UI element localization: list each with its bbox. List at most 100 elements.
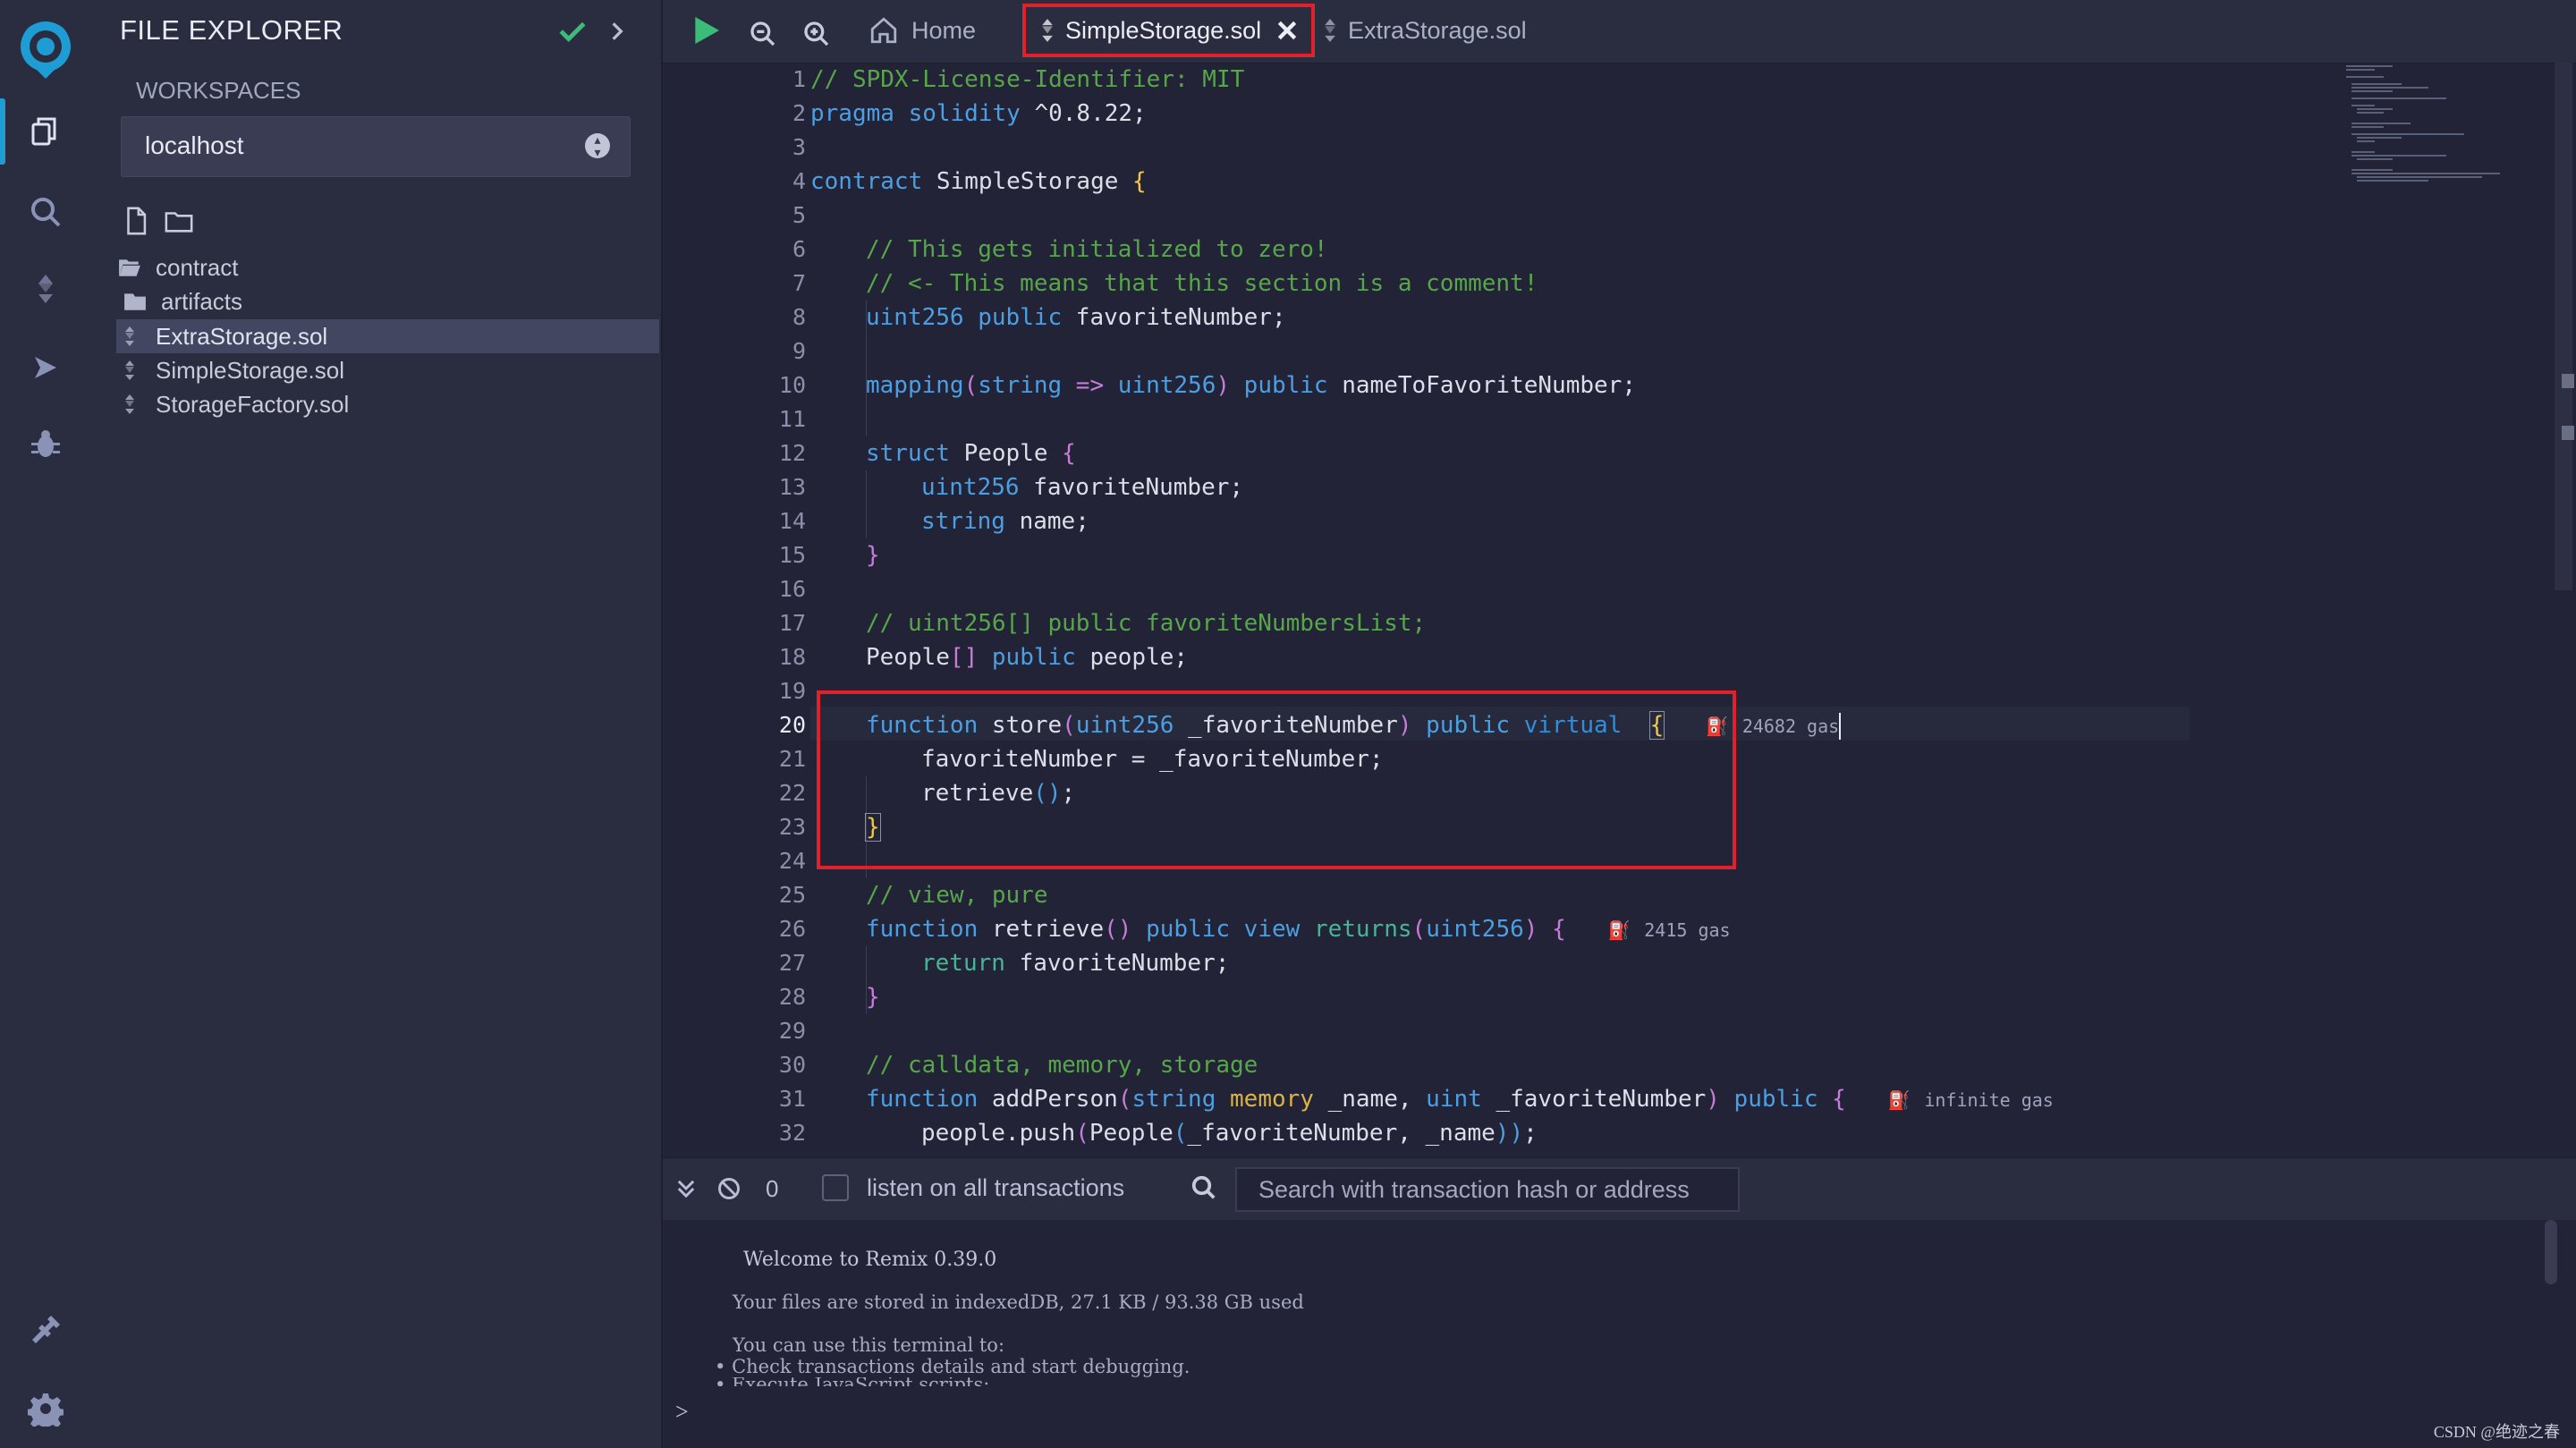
solidity-file-icon (116, 358, 143, 383)
tree-item-artifacts[interactable]: artifacts (116, 284, 665, 318)
line-number: 4 (792, 168, 806, 194)
tree-item-label: contract (156, 253, 239, 281)
solidity-file-icon (1325, 19, 1335, 42)
select-arrows-icon: ▴ ▾ (585, 133, 610, 158)
line-number: 24 (778, 848, 806, 874)
line-number: 16 (778, 576, 806, 602)
code-line-8: uint256 public favoriteNumber; (866, 304, 1286, 331)
code-line-28: } (866, 984, 880, 1011)
tree-item-label: artifacts (161, 287, 243, 315)
line-number: 29 (778, 1018, 806, 1044)
line-number: 13 (778, 474, 806, 500)
listen-all-label: listen on all transactions (867, 1174, 1125, 1201)
file-explorer-panel: FILE EXPLORER WORKSPACES localhost ▴ ▾ co… (90, 0, 663, 1448)
line-number: 22 (778, 780, 806, 806)
editor-area: Home SimpleStorage.sol ExtraStorage.sol … (663, 0, 2576, 1157)
gas-estimate: 2415 gas (1644, 919, 1731, 941)
solidity-compiler-icon[interactable] (0, 258, 90, 320)
line-number-gutter: 1 2 3 4 5 6 7 8 9 10 11 12 13 14 15 16 17 18 19 20 21 22 23 24 2… (663, 63, 806, 1157)
tree-item-contract[interactable]: contract (116, 250, 659, 284)
terminal-prompt[interactable]: > (675, 1399, 689, 1426)
code-line-32: people.push(People(_favoriteNumber, _nam… (921, 1120, 1538, 1147)
tree-item-extrastorage[interactable]: ExtraStorage.sol (116, 319, 659, 353)
search-icon[interactable] (0, 181, 90, 243)
chevron-right-icon[interactable] (606, 20, 629, 43)
code-line-31: function addPerson(string memory _name, … (866, 1086, 2054, 1113)
tab-home[interactable]: Home (869, 4, 976, 57)
solidity-file-icon (116, 392, 143, 417)
terminal-toolbar: 0 listen on all transactions Search with… (663, 1157, 2576, 1221)
line-number: 9 (792, 338, 806, 364)
tree-item-simplestorage[interactable]: SimpleStorage.sol (116, 353, 659, 387)
code-line-14: string name; (921, 508, 1089, 535)
line-number: 26 (778, 916, 806, 942)
listen-all-checkbox[interactable] (822, 1174, 849, 1201)
code-editor[interactable]: // SPDX-License-Identifier: MIT pragma s… (810, 63, 2188, 1157)
code-line-26: function retrieve() public view returns(… (866, 916, 1731, 943)
zoom-out-icon[interactable] (749, 16, 777, 52)
code-line-12: struct People { (866, 440, 1076, 467)
tab-label: ExtraStorage.sol (1348, 16, 1527, 44)
tab-bar: Home SimpleStorage.sol ExtraStorage.sol (663, 0, 2576, 64)
folder-icon (122, 289, 148, 314)
close-icon[interactable] (1275, 19, 1299, 42)
terminal-intro: You can use this terminal to: (733, 1334, 1005, 1356)
run-script-icon[interactable] (688, 13, 724, 48)
code-line-10: mapping(string => uint256) public nameTo… (866, 372, 1636, 399)
new-file-icon[interactable] (121, 206, 151, 236)
zoom-in-icon[interactable] (802, 16, 831, 52)
new-folder-icon[interactable] (164, 206, 194, 236)
terminal-storage-info: Your files are stored in indexedDB, 27.1… (733, 1291, 1304, 1313)
editor-scrollbar[interactable] (2551, 63, 2576, 1157)
code-line-6: // This gets initialized to zero! (866, 236, 1328, 263)
deploy-run-icon[interactable] (0, 336, 90, 399)
line-number: 31 (778, 1086, 806, 1112)
tab-simplestorage[interactable]: SimpleStorage.sol (1022, 4, 1316, 57)
check-icon (559, 21, 586, 43)
code-line-30: // calldata, memory, storage (866, 1052, 1258, 1079)
code-line-25: // view, pure (866, 882, 1048, 909)
line-number: 27 (778, 950, 806, 976)
terminal-scrollbar[interactable] (2545, 1220, 2557, 1284)
line-number: 14 (778, 508, 806, 534)
scrollbar-marker (2562, 374, 2574, 388)
gas-pump-icon: ⛽ (1887, 1089, 1911, 1111)
code-line-13: uint256 favoriteNumber; (921, 474, 1244, 501)
line-number: 32 (778, 1120, 806, 1146)
code-line-7: // <- This means that this section is a … (866, 270, 1538, 297)
scrollbar-thumb[interactable] (2555, 63, 2572, 590)
plugin-manager-icon[interactable] (0, 1299, 90, 1361)
workspace-select[interactable]: localhost ▴ ▾ (121, 116, 631, 177)
tree-item-storagefactory[interactable]: StorageFactory.sol (116, 387, 659, 421)
panel-title: FILE EXPLORER (120, 14, 343, 46)
line-number: 17 (778, 610, 806, 636)
code-line-1: // SPDX-License-Identifier: MIT (810, 66, 1245, 93)
remix-logo-icon[interactable] (0, 14, 90, 86)
line-number: 10 (778, 372, 806, 398)
line-number: 11 (778, 406, 806, 432)
line-number: 1 (792, 66, 806, 92)
line-number: 25 (778, 882, 806, 908)
home-icon (870, 17, 897, 44)
tab-extrastorage[interactable]: ExtraStorage.sol (1321, 4, 1527, 57)
gas-estimate: infinite gas (1924, 1089, 2054, 1111)
line-number: 21 (778, 746, 806, 772)
code-line-2: pragma solidity ^0.8.22; (810, 100, 1147, 127)
line-number: 18 (778, 644, 806, 670)
solidity-file-icon (116, 324, 143, 349)
transaction-search-input[interactable]: Search with transaction hash or address (1235, 1167, 1740, 1212)
code-minimap[interactable] (2339, 63, 2563, 188)
clear-console-icon[interactable] (716, 1176, 741, 1201)
workspace-select-value: localhost (145, 131, 244, 159)
scrollbar-marker (2562, 426, 2574, 440)
file-explorer-icon[interactable] (0, 100, 90, 163)
gas-estimate: 24682 gas (1741, 716, 1840, 737)
line-number: 3 (792, 134, 806, 160)
line-number: 5 (792, 202, 806, 228)
settings-icon[interactable] (0, 1377, 90, 1440)
text-cursor (1839, 712, 1842, 740)
debugger-icon[interactable] (0, 413, 90, 476)
line-number: 19 (778, 678, 806, 704)
line-number: 15 (778, 542, 806, 568)
collapse-terminal-icon[interactable] (674, 1176, 699, 1201)
